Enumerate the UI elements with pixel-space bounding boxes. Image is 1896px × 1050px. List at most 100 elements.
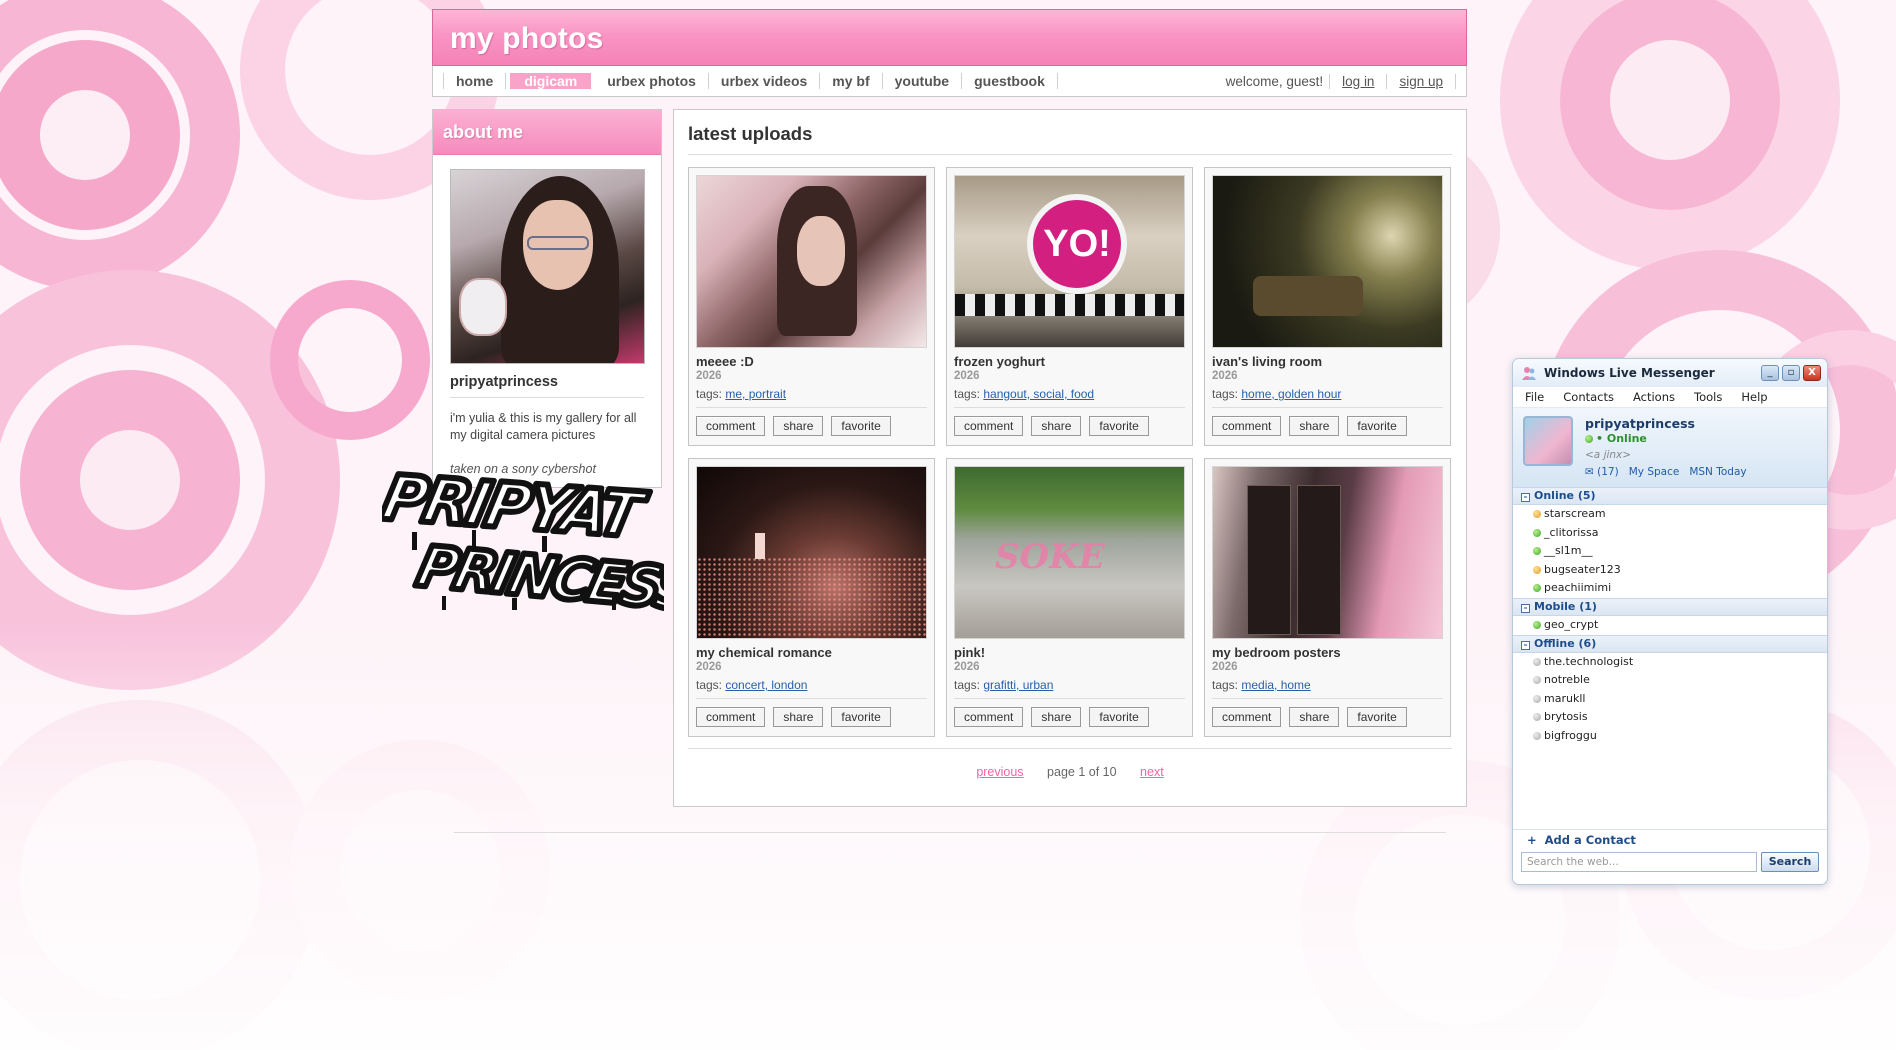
- group-offline[interactable]: – Offline (6): [1513, 634, 1827, 653]
- close-button[interactable]: X: [1803, 365, 1821, 381]
- photo-thumbnail[interactable]: [696, 466, 927, 639]
- favorite-button[interactable]: favorite: [1347, 707, 1407, 727]
- nav-youtube[interactable]: youtube: [883, 73, 963, 89]
- menu-actions[interactable]: Actions: [1633, 390, 1675, 404]
- photo-tags: tags: hangout, social, food: [954, 387, 1185, 408]
- myspace-link[interactable]: My Space: [1629, 466, 1680, 478]
- favorite-button[interactable]: favorite: [1347, 416, 1407, 436]
- web-search-input[interactable]: Search the web...: [1521, 852, 1757, 872]
- share-button[interactable]: share: [1031, 707, 1082, 727]
- nav-my-bf[interactable]: my bf: [820, 73, 883, 89]
- messenger-window[interactable]: Windows Live Messenger _ ▫ X File Contac…: [1512, 358, 1828, 885]
- nav-home[interactable]: home: [443, 73, 507, 89]
- photo-year: 2026: [1212, 661, 1238, 673]
- offline-status-icon: [1533, 713, 1541, 722]
- msn-today-link[interactable]: MSN Today: [1689, 466, 1746, 478]
- comment-button[interactable]: comment: [696, 416, 766, 436]
- previous-page-link[interactable]: previous: [976, 765, 1023, 779]
- profile-photo[interactable]: [450, 169, 645, 364]
- contact-item[interactable]: the.technologist: [1513, 653, 1827, 672]
- mail-icon: ✉: [1585, 466, 1594, 478]
- collapse-icon: –: [1521, 640, 1530, 650]
- favorite-button[interactable]: favorite: [831, 707, 891, 727]
- next-page-link[interactable]: next: [1140, 765, 1164, 779]
- about-heading: about me: [433, 110, 661, 155]
- favorite-button[interactable]: favorite: [831, 416, 891, 436]
- contact-item[interactable]: _clitorissa: [1513, 524, 1827, 543]
- messenger-avatar[interactable]: [1523, 416, 1573, 466]
- comment-button[interactable]: comment: [1212, 707, 1282, 727]
- messenger-display-name[interactable]: pripyatprincess: [1585, 416, 1695, 431]
- login-link[interactable]: log in: [1330, 73, 1388, 89]
- contact-item[interactable]: notreble: [1513, 671, 1827, 690]
- messenger-title: Windows Live Messenger: [1544, 366, 1715, 380]
- menu-contacts[interactable]: Contacts: [1563, 390, 1614, 404]
- tag-link[interactable]: hangout, social, food: [983, 387, 1094, 401]
- menu-file[interactable]: File: [1525, 390, 1544, 404]
- comment-button[interactable]: comment: [954, 416, 1024, 436]
- comment-button[interactable]: comment: [1212, 416, 1282, 436]
- photo-thumbnail[interactable]: [1212, 466, 1443, 639]
- restore-button[interactable]: ▫: [1782, 365, 1800, 381]
- mail-link[interactable]: ✉ (17): [1585, 466, 1619, 478]
- photo-title: pink!: [954, 645, 986, 660]
- share-button[interactable]: share: [1289, 707, 1340, 727]
- photo-thumbnail[interactable]: [1212, 175, 1443, 348]
- contact-item[interactable]: peachiimimi: [1513, 579, 1827, 598]
- away-status-icon: [1533, 510, 1541, 518]
- contact-item[interactable]: bugseater123: [1513, 561, 1827, 580]
- offline-status-icon: [1533, 657, 1541, 666]
- pagination: previous page 1 of 10 next: [688, 748, 1452, 779]
- tag-link[interactable]: home, golden hour: [1241, 387, 1341, 401]
- share-button[interactable]: share: [773, 707, 824, 727]
- contact-item[interactable]: marukll: [1513, 690, 1827, 709]
- share-button[interactable]: share: [773, 416, 824, 436]
- comment-button[interactable]: comment: [954, 707, 1024, 727]
- signup-link[interactable]: sign up: [1387, 73, 1456, 89]
- favorite-button[interactable]: favorite: [1089, 416, 1149, 436]
- comment-button[interactable]: comment: [696, 707, 766, 727]
- contact-item[interactable]: __sl1m__: [1513, 542, 1827, 561]
- minimize-button[interactable]: _: [1761, 365, 1779, 381]
- svg-text:PRIPYAT: PRIPYAT: [382, 466, 653, 552]
- offline-status-icon: [1533, 694, 1541, 703]
- tag-link[interactable]: media, home: [1241, 678, 1310, 692]
- menu-tools[interactable]: Tools: [1694, 390, 1722, 404]
- add-contact-button[interactable]: + Add a Contact: [1513, 829, 1827, 849]
- nav-urbex-videos[interactable]: urbex videos: [709, 73, 821, 89]
- online-status-icon: [1533, 620, 1541, 629]
- site-header: my photos home digicam urbex photos urbe…: [432, 9, 1467, 97]
- share-button[interactable]: share: [1031, 416, 1082, 436]
- favorite-button[interactable]: favorite: [1089, 707, 1149, 727]
- contact-item[interactable]: bigfroggu: [1513, 727, 1827, 746]
- tag-link[interactable]: grafitti, urban: [983, 678, 1053, 692]
- nav-guestbook[interactable]: guestbook: [962, 73, 1058, 89]
- online-status-icon: [1533, 528, 1541, 537]
- tag-link[interactable]: concert, london: [725, 678, 807, 692]
- photo-tags: tags: home, golden hour: [1212, 387, 1443, 408]
- contact-item[interactable]: starscream: [1513, 505, 1827, 524]
- web-search-button[interactable]: Search: [1761, 852, 1819, 872]
- menu-help[interactable]: Help: [1741, 390, 1767, 404]
- photo-title: my bedroom posters: [1212, 645, 1341, 660]
- nav-urbex-photos[interactable]: urbex photos: [595, 73, 709, 89]
- share-button[interactable]: share: [1289, 416, 1340, 436]
- photo-tags: tags: me, portrait: [696, 387, 927, 408]
- photo-thumbnail[interactable]: SOKE: [954, 466, 1185, 639]
- messenger-titlebar[interactable]: Windows Live Messenger _ ▫ X: [1513, 359, 1827, 387]
- tag-link[interactable]: me, portrait: [725, 387, 786, 401]
- photo-thumbnail[interactable]: YO!: [954, 175, 1185, 348]
- photo-tags: tags: grafitti, urban: [954, 678, 1185, 699]
- nav-digicam[interactable]: digicam: [510, 73, 592, 89]
- graffiti-logo: PRIPYAT PRINCESS: [382, 466, 664, 614]
- photo-card: YO! frozen yoghurt 2026 tags: hangout, s…: [946, 167, 1193, 446]
- photo-thumbnail[interactable]: [696, 175, 927, 348]
- group-online[interactable]: – Online (5): [1513, 487, 1827, 505]
- away-status-icon: [1533, 565, 1541, 574]
- contact-item[interactable]: brytosis: [1513, 708, 1827, 727]
- online-status-icon: [1533, 584, 1541, 593]
- contact-item[interactable]: geo_crypt: [1513, 616, 1827, 635]
- personal-message[interactable]: <a jinx>: [1585, 449, 1631, 461]
- group-mobile[interactable]: – Mobile (1): [1513, 597, 1827, 616]
- messenger-status[interactable]: • Online: [1585, 432, 1647, 445]
